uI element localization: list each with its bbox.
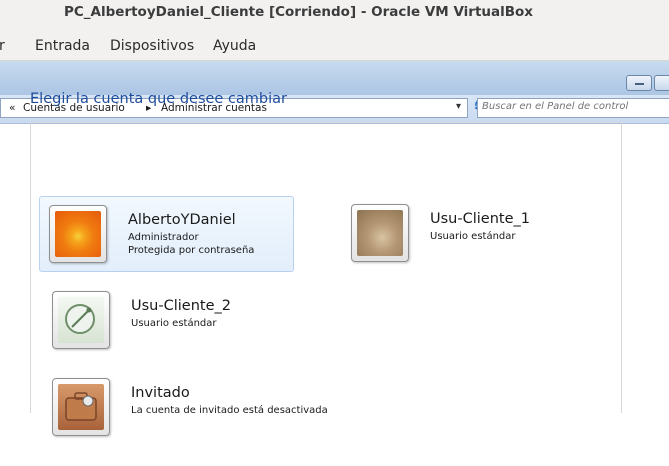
suitcase-icon [65, 392, 97, 421]
account-invitado[interactable]: Invitado La cuenta de invitado está desa… [43, 370, 373, 446]
page-heading: Elegir la cuenta que desee cambiar [30, 91, 288, 107]
menu-item-ayuda[interactable]: Ayuda [213, 38, 256, 54]
account-picture-frame [49, 205, 107, 263]
search-input[interactable] [482, 101, 668, 112]
account-type: Usuario estándar [131, 318, 217, 329]
account-albertoydaniel[interactable]: AlbertoYDaniel Administrador Protegida p… [39, 196, 294, 272]
vm-window-title: PC_AlbertoyDaniel_Cliente [Corriendo] - … [64, 4, 534, 20]
account-usu-cliente-1[interactable]: Usu-Cliente_1 Usuario estándar [342, 196, 597, 272]
account-name: Usu-Cliente_2 [131, 298, 231, 314]
vm-menu-bar: r Entrada Dispositivos Ayuda [0, 24, 669, 61]
menu-item-dispositivos[interactable]: Dispositivos [110, 38, 194, 54]
account-usu-cliente-2[interactable]: Usu-Cliente_2 Usuario estándar [43, 283, 298, 359]
account-status: La cuenta de invitado está desactivada [131, 405, 328, 416]
account-name: Invitado [131, 385, 190, 401]
address-dropdown-icon[interactable]: ▾ [456, 101, 461, 112]
account-picture-frame [52, 378, 110, 436]
breadcrumb-overflow-icon[interactable]: « [9, 102, 15, 114]
account-name: AlbertoYDaniel [128, 212, 236, 228]
account-status: Protegida por contraseña [128, 245, 255, 256]
cat-picture-icon [357, 210, 403, 256]
account-type: Usuario estándar [430, 231, 516, 242]
accounts-panel: AlbertoYDaniel Administrador Protegida p… [30, 122, 622, 436]
satellite-dish-picture-icon [58, 297, 104, 343]
satellite-dish-icon [65, 304, 95, 334]
menu-item-entrada[interactable]: Entrada [35, 38, 90, 54]
explorer-title-bar [0, 61, 669, 95]
maximize-button[interactable] [654, 75, 669, 91]
vm-window-title-bar: PC_AlbertoyDaniel_Cliente [Corriendo] - … [0, 0, 669, 24]
account-picture-frame [52, 291, 110, 349]
minimize-button[interactable] [626, 75, 652, 91]
flower-picture-icon [55, 211, 101, 257]
minimize-icon [635, 83, 644, 85]
account-type: Administrador [128, 232, 199, 243]
control-panel-search[interactable] [477, 98, 669, 118]
account-name: Usu-Cliente_1 [430, 211, 530, 227]
guest-suitcase-picture-icon [58, 384, 104, 430]
menu-item-machine-cut[interactable]: r [0, 38, 5, 54]
account-picture-frame [351, 204, 409, 262]
